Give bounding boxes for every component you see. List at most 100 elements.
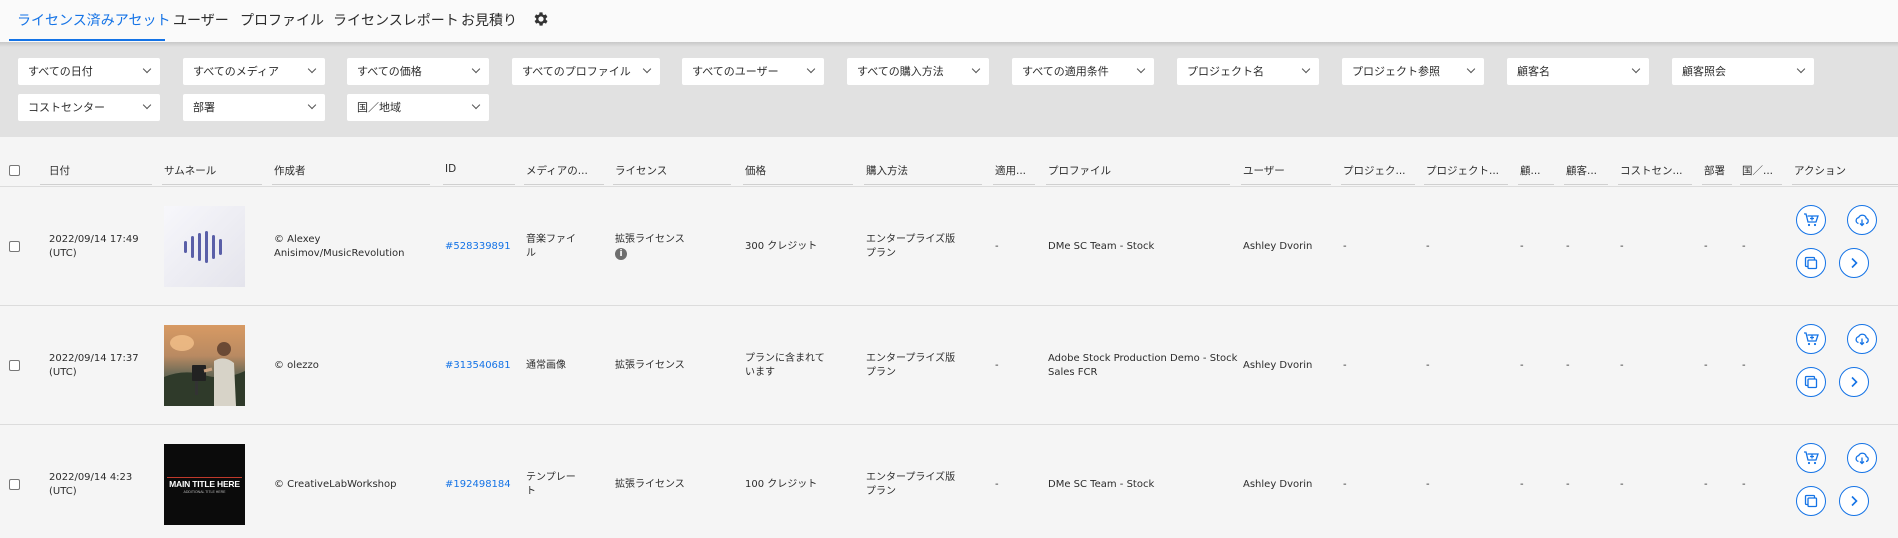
filter-purchase[interactable]: すべての購入方法 — [847, 58, 989, 85]
add-to-cart-button[interactable] — [1796, 324, 1826, 354]
table-row[interactable]: 2022/09/14 17:49 (UTC) © Alexey Anisimov/M… — [0, 186, 1898, 304]
col-author[interactable]: 作成者 — [274, 163, 306, 178]
filter-project-name[interactable]: プロジェクト名 — [1177, 58, 1319, 85]
download-button[interactable] — [1847, 443, 1877, 473]
media-text: ル — [526, 248, 536, 259]
project-name-cell: - — [1343, 241, 1347, 252]
download-button[interactable] — [1847, 205, 1877, 235]
conditions-cell: - — [995, 360, 999, 371]
project-name-cell: - — [1343, 360, 1347, 371]
chevron-down-icon — [307, 64, 317, 74]
filter-user[interactable]: すべてのユーザー — [682, 58, 824, 85]
cost-center-cell: - — [1620, 360, 1624, 371]
col-project-name[interactable]: プロジェク... — [1343, 163, 1406, 178]
divider — [1046, 184, 1230, 185]
duplicate-button[interactable] — [1796, 248, 1826, 278]
tab-profiles[interactable]: プロファイル — [240, 10, 324, 30]
filter-project-ref[interactable]: プロジェクト参照 — [1342, 58, 1484, 85]
details-button[interactable] — [1839, 367, 1869, 397]
author-text: Anisimov/MusicRevolution — [274, 248, 405, 259]
divider — [443, 184, 515, 185]
row-checkbox[interactable] — [9, 479, 20, 490]
user-cell: Ashley Dvorin — [1243, 241, 1313, 252]
col-country[interactable]: 国／... — [1742, 163, 1773, 178]
add-to-cart-button[interactable] — [1796, 205, 1826, 235]
info-icon[interactable]: i — [615, 248, 627, 260]
tab-users[interactable]: ユーザー — [173, 10, 229, 30]
download-button[interactable] — [1847, 324, 1877, 354]
col-department[interactable]: 部署 — [1704, 163, 1725, 178]
asset-id-link[interactable]: #313540681 — [445, 359, 511, 373]
duplicate-icon — [1804, 375, 1818, 389]
col-customer-name[interactable]: 顧... — [1520, 163, 1541, 178]
col-price[interactable]: 価格 — [745, 163, 766, 178]
table-row[interactable]: 2022/09/14 4:23 (UTC) MAIN TITLE HERE ADD… — [0, 424, 1898, 538]
filter-media[interactable]: すべてのメディア — [183, 58, 325, 85]
filter-customer-ref[interactable]: 顧客照会 — [1672, 58, 1814, 85]
col-cost-center[interactable]: コストセン... — [1620, 163, 1683, 178]
price-text: プランに含まれて — [745, 353, 825, 364]
filter-price[interactable]: すべての価格 — [347, 58, 489, 85]
chevron-right-icon — [1851, 495, 1858, 507]
col-customer-ref[interactable]: 顧客... — [1566, 163, 1597, 178]
select-all-checkbox[interactable] — [9, 165, 20, 176]
filter-media-label: すべてのメディア — [193, 65, 280, 78]
col-license[interactable]: ライセンス — [615, 163, 667, 178]
col-profile[interactable]: プロファイル — [1048, 163, 1111, 178]
filter-department[interactable]: 部署 — [183, 94, 325, 121]
tab-licensed-assets[interactable]: ライセンス済みアセット — [17, 10, 170, 30]
customer-name-cell: - — [1520, 241, 1524, 252]
divider — [1702, 184, 1732, 185]
col-id[interactable]: ID — [445, 163, 456, 175]
filter-project-name-label: プロジェクト名 — [1187, 65, 1264, 78]
audio-waveform-icon — [184, 231, 222, 263]
date-cell: 2022/09/14 17:49 (UTC) — [49, 233, 139, 261]
filter-cost-center[interactable]: コストセンター — [18, 94, 160, 121]
divider — [1341, 184, 1415, 185]
duplicate-button[interactable] — [1796, 486, 1826, 516]
purchase-cell: エンタープライズ版 プラン — [866, 233, 955, 261]
col-user[interactable]: ユーザー — [1243, 163, 1285, 178]
date-text: 2022/09/14 4:23 — [49, 472, 133, 483]
timezone-text: (UTC) — [49, 367, 77, 378]
row-checkbox[interactable] — [9, 360, 20, 371]
col-date[interactable]: 日付 — [49, 163, 70, 178]
filter-profile[interactable]: すべてのプロファイル — [512, 58, 660, 85]
details-button[interactable] — [1839, 486, 1869, 516]
add-to-cart-icon — [1804, 213, 1819, 227]
filter-project-ref-label: プロジェクト参照 — [1352, 65, 1440, 78]
row-checkbox[interactable] — [9, 241, 20, 252]
thumbnail-photo[interactable] — [164, 325, 245, 406]
cloud-download-icon — [1855, 214, 1869, 227]
add-to-cart-icon — [1804, 332, 1819, 346]
accent-line — [167, 477, 242, 478]
col-media[interactable]: メディアの... — [526, 163, 588, 178]
tab-license-report[interactable]: ライセンスレポート — [333, 10, 459, 30]
asset-id-link[interactable]: #528339891 — [445, 240, 511, 254]
asset-id-link[interactable]: #192498184 — [445, 478, 511, 492]
filter-conditions[interactable]: すべての適用条件 — [1012, 58, 1154, 85]
col-project-ref[interactable]: プロジェクト... — [1426, 163, 1499, 178]
purchase-text: エンタープライズ版 — [866, 472, 956, 483]
date-cell: 2022/09/14 4:23 (UTC) — [49, 471, 132, 499]
table-row[interactable]: 2022/09/14 17:37 (UTC) © olezzo #31354068… — [0, 305, 1898, 423]
divider — [40, 184, 152, 185]
divider — [1618, 184, 1692, 185]
details-button[interactable] — [1839, 248, 1869, 278]
chevron-down-icon — [971, 64, 981, 74]
thumbnail-audio[interactable] — [164, 206, 245, 287]
filter-date[interactable]: すべての日付 — [18, 58, 160, 85]
filter-country[interactable]: 国／地域 — [347, 94, 489, 121]
profile-text: Adobe Stock Production Demo - Stock — [1048, 353, 1238, 364]
col-purchase[interactable]: 購入方法 — [866, 163, 908, 178]
date-text: 2022/09/14 17:49 — [49, 234, 139, 245]
author-cell: © olezzo — [274, 360, 319, 371]
thumbnail-template[interactable]: MAIN TITLE HERE ADDITIONAL TITLE HERE — [164, 444, 245, 525]
col-conditions[interactable]: 適用... — [995, 163, 1026, 178]
filter-customer-name[interactable]: 顧客名 — [1507, 58, 1649, 85]
user-cell: Ashley Dvorin — [1243, 479, 1313, 490]
gear-icon[interactable] — [532, 10, 550, 28]
duplicate-button[interactable] — [1796, 367, 1826, 397]
tab-quotes[interactable]: お見積り — [461, 10, 517, 30]
add-to-cart-button[interactable] — [1796, 443, 1826, 473]
